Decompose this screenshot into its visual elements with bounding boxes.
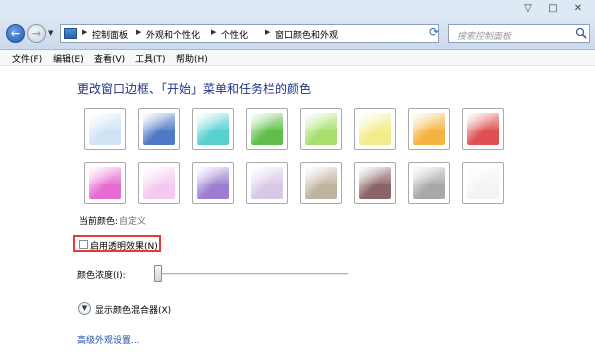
close-button[interactable]: ✕ [570,3,586,15]
color-swatch-ruby[interactable] [462,108,504,150]
breadcrumb-window-color[interactable]: 窗口颜色和外观 [275,28,338,41]
breadcrumb-control-panel[interactable]: 控制面板 [92,28,128,41]
color-swatch-blush[interactable] [138,162,180,204]
current-color-label: 当前颜色: [79,217,119,227]
color-swatch-sea[interactable] [192,108,234,150]
color-swatch-fuchsia[interactable] [84,162,126,204]
color-swatch-sky[interactable] [84,108,126,150]
transparency-label[interactable]: 启用透明效果(N) [90,239,158,252]
color-swatch-pumpkin[interactable] [408,108,450,150]
breadcrumb[interactable]: ▶ 控制面板 ▶ 外观和个性化 ▶ 个性化 ▶ 窗口颜色和外观 ▼ [60,24,484,43]
menu-help[interactable]: 帮助(H) [176,52,208,65]
maximize-button[interactable]: □ [545,3,561,15]
color-swatch-frost[interactable] [462,162,504,204]
intensity-slider-thumb[interactable] [154,265,162,282]
search-placeholder: 搜索控制面板 [457,32,512,42]
expand-mixer-button[interactable]: ▼ [78,302,91,315]
intensity-slider-track[interactable] [158,273,348,275]
menu-tools[interactable]: 工具(T) [135,52,166,65]
color-swatch-leaf[interactable] [246,108,288,150]
chevron-right-icon[interactable]: ▶ [265,28,270,36]
forward-button[interactable]: → [27,24,46,43]
current-color-value: 自定义 [119,217,147,227]
breadcrumb-personalization[interactable]: 个性化 [221,28,248,41]
color-swatch-twilight[interactable] [138,108,180,150]
advanced-appearance-link[interactable]: 高级外观设置... [77,333,140,346]
back-arrow-icon: ← [10,27,21,40]
color-swatch-lime[interactable] [300,108,342,150]
page-title: 更改窗口边框、「开始」菜单和任务栏的颜色 [77,82,312,96]
title-bar: ▽ □ ✕ [0,0,595,19]
search-icon[interactable] [575,27,587,39]
chevron-right-icon[interactable]: ▶ [136,28,141,36]
chevron-right-icon[interactable]: ▶ [82,28,87,36]
search-input[interactable]: 搜索控制面板 [448,24,590,43]
color-swatch-violet[interactable] [192,162,234,204]
breadcrumb-appearance[interactable]: 外观和个性化 [146,28,200,41]
menu-bar: 文件(F) 编辑(E) 查看(V) 工具(T) 帮助(H) [0,50,595,66]
color-swatch-pumpkin-light[interactable] [354,108,396,150]
chevron-right-icon[interactable]: ▶ [211,28,216,36]
transparency-highlight: 启用透明效果(N) [73,235,161,252]
minimize-button[interactable]: ▽ [520,3,536,15]
intensity-label: 颜色浓度(I): [77,271,126,281]
transparency-checkbox[interactable] [79,240,88,249]
menu-edit[interactable]: 编辑(E) [53,52,84,65]
menu-view[interactable]: 查看(V) [94,52,125,65]
back-button[interactable]: ← [6,24,25,43]
color-swatch-lavender[interactable] [246,162,288,204]
chevron-down-icon: ▼ [81,304,88,312]
color-swatch-chocolate[interactable] [354,162,396,204]
address-bar: ← → ▼ ▶ 控制面板 ▶ 外观和个性化 ▶ 个性化 ▶ 窗口颜色和外观 ▼ … [0,19,595,50]
color-swatch-slate[interactable] [408,162,450,204]
history-dropdown-icon[interactable]: ▼ [48,29,53,37]
control-panel-icon [64,28,77,39]
forward-arrow-icon: → [31,27,42,40]
color-swatch-taupe[interactable] [300,162,342,204]
refresh-icon[interactable]: ⟳ [429,25,439,39]
color-mixer-label[interactable]: 显示颜色混合器(X) [95,303,171,316]
menu-file[interactable]: 文件(F) [12,52,42,65]
